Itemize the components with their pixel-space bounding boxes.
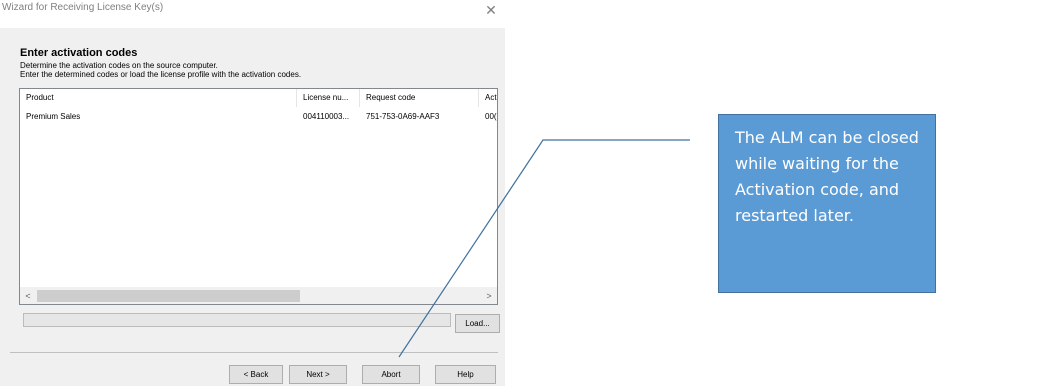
annotation-callout: The ALM can be closed while waiting for … — [718, 114, 936, 293]
callout-text: The ALM can be closed while waiting for … — [735, 128, 919, 225]
